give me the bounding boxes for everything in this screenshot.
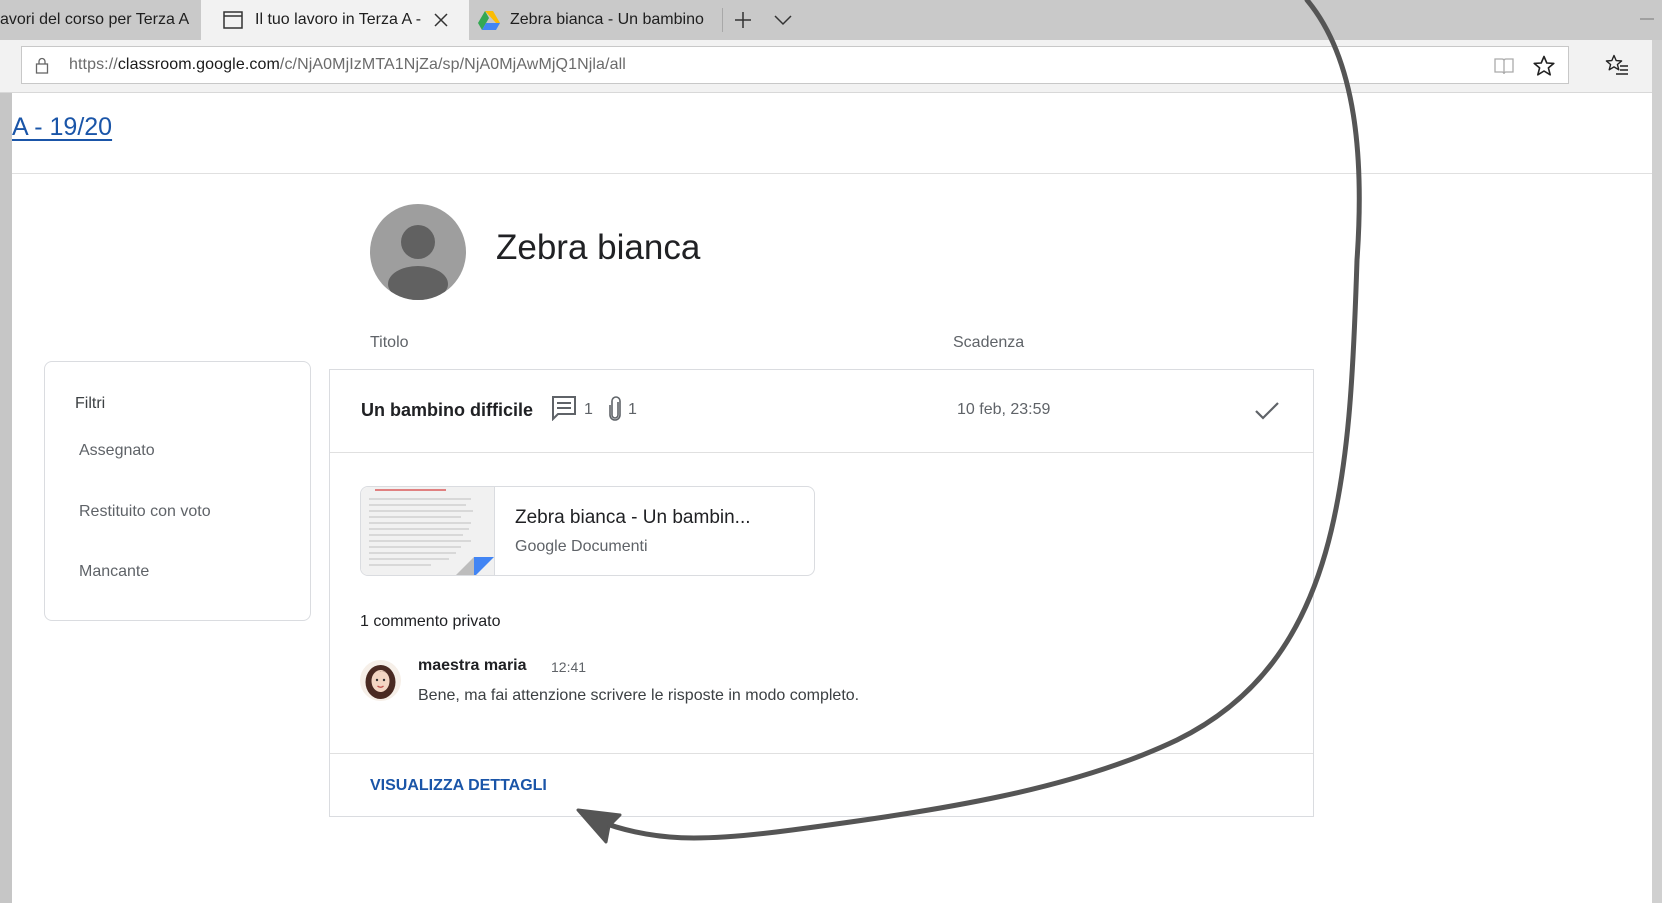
page-content: A - 19/20 Zebra bianca Titolo Scadenza F… <box>12 0 1652 903</box>
window-edge <box>1652 40 1662 903</box>
annotation-arrow <box>576 0 1362 844</box>
